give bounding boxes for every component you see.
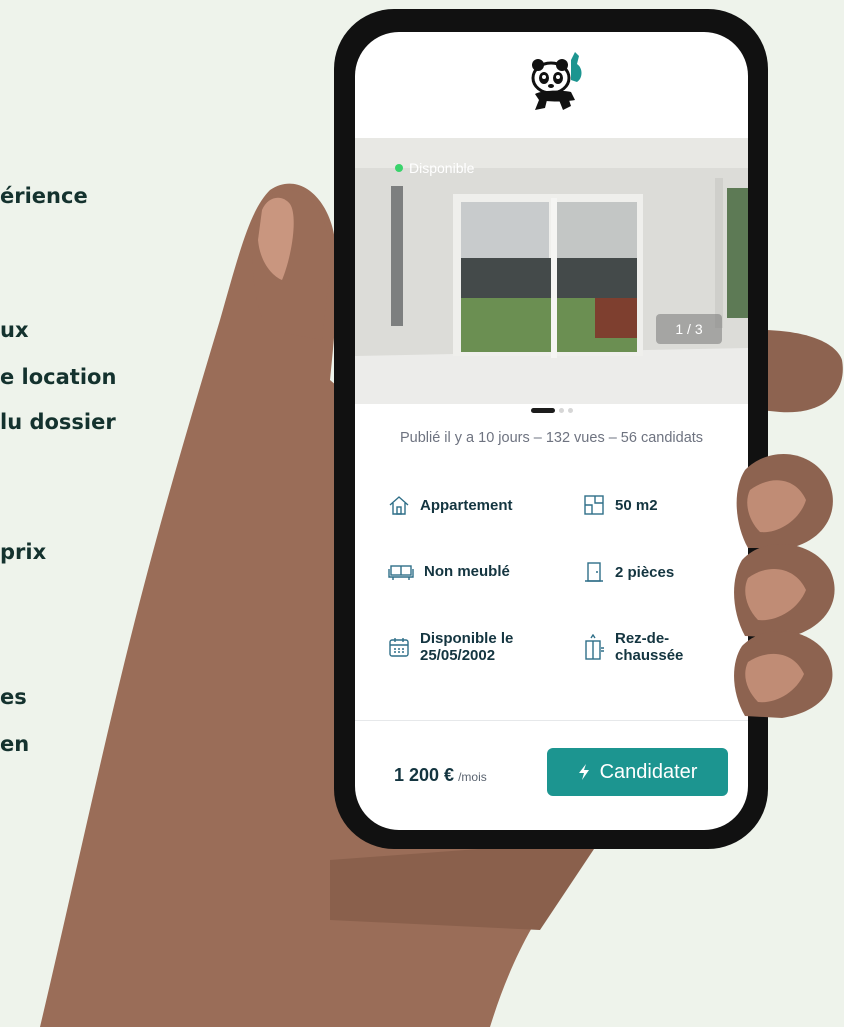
fingers-illustration — [734, 453, 835, 718]
